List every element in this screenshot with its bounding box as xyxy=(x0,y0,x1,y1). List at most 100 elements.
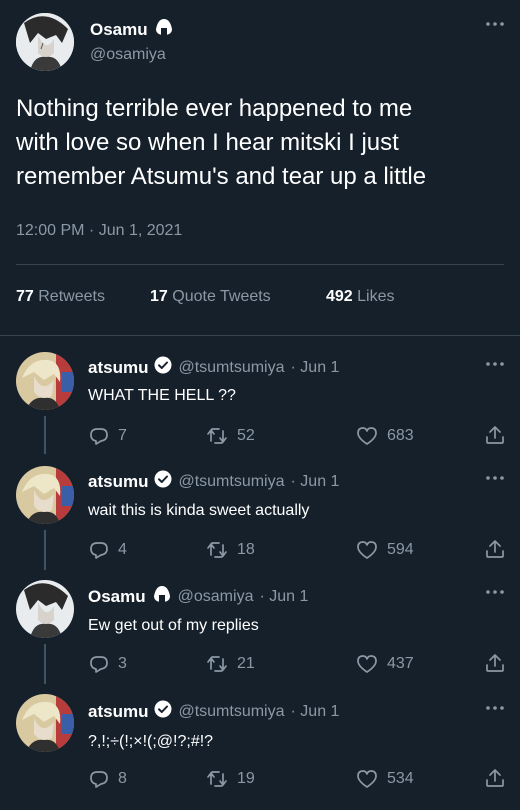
reply-handle[interactable]: @tsumtsumiya xyxy=(178,703,284,721)
retweets-stat[interactable]: 77 Retweets xyxy=(16,288,105,306)
more-icon[interactable] xyxy=(484,702,506,714)
author-name-row: Osamu xyxy=(90,17,174,42)
retweet-count: 52 xyxy=(237,427,255,444)
share-icon xyxy=(484,538,506,560)
onigiri-icon xyxy=(152,584,172,609)
verified-icon xyxy=(154,700,172,723)
reply-date[interactable]: · Jun 1 xyxy=(291,473,340,491)
reply-date[interactable]: · Jun 1 xyxy=(259,588,308,606)
author-name[interactable]: Osamu xyxy=(90,20,148,40)
reply-avatar[interactable] xyxy=(16,352,74,410)
share-button[interactable] xyxy=(484,538,506,560)
likes-label: Likes xyxy=(357,288,395,305)
retweets-label: Retweets xyxy=(38,288,105,305)
verified-icon xyxy=(154,470,172,493)
reply-count: 8 xyxy=(118,770,127,787)
quotes-count: 17 xyxy=(150,288,168,305)
retweet-icon xyxy=(205,539,229,561)
tweet-text-line: with love so when I hear mitski I just xyxy=(16,129,399,156)
reply-header: atsumu @tsumtsumiya · Jun 1 xyxy=(88,356,339,379)
verified-icon xyxy=(154,356,172,379)
reply-icon xyxy=(88,653,110,675)
likes-count: 492 xyxy=(326,288,353,305)
reply-date[interactable]: · Jun 1 xyxy=(291,703,340,721)
reply-count: 7 xyxy=(118,427,127,444)
reply-avatar[interactable] xyxy=(16,466,74,524)
reply-button[interactable]: 4 xyxy=(88,539,127,561)
reply-count: 3 xyxy=(118,655,127,672)
reply-author-name[interactable]: atsumu xyxy=(88,472,148,492)
reply-icon xyxy=(88,768,110,790)
reply-header: Osamu @osamiya · Jun 1 xyxy=(88,584,308,609)
reply-avatar[interactable] xyxy=(16,580,74,638)
share-button[interactable] xyxy=(484,767,506,789)
thread-line xyxy=(44,416,46,454)
like-count: 594 xyxy=(387,541,414,558)
like-count: 683 xyxy=(387,427,414,444)
like-icon xyxy=(355,653,379,675)
tweet-text: Nothing terrible ever happened to me wit… xyxy=(16,92,511,194)
retweet-icon xyxy=(205,653,229,675)
retweet-button[interactable]: 21 xyxy=(205,653,255,675)
retweet-icon xyxy=(205,425,229,447)
reply-text: wait this is kinda sweet actually xyxy=(88,502,310,519)
reply-text: ?,!;÷(!;×!(;@!?;#!? xyxy=(88,733,214,750)
more-icon[interactable] xyxy=(484,472,506,484)
reply-handle[interactable]: @tsumtsumiya xyxy=(178,473,284,491)
reply-author-name[interactable]: atsumu xyxy=(88,702,148,722)
reply-button[interactable]: 7 xyxy=(88,425,127,447)
reply-count: 4 xyxy=(118,541,127,558)
reply-text: WHAT THE HELL ?? xyxy=(88,387,236,404)
reply-text: Ew get out of my replies xyxy=(88,617,259,634)
retweet-button[interactable]: 18 xyxy=(205,539,255,561)
like-button[interactable]: 534 xyxy=(355,768,414,790)
reply-header: atsumu @tsumtsumiya · Jun 1 xyxy=(88,470,339,493)
quotes-label: Quote Tweets xyxy=(172,288,271,305)
divider xyxy=(16,264,504,265)
tweet-text-line: remember Atsumu's and tear up a little xyxy=(16,163,427,190)
share-button[interactable] xyxy=(484,424,506,446)
likes-stat[interactable]: 492 Likes xyxy=(326,288,395,306)
like-count: 534 xyxy=(387,770,414,787)
reply-icon xyxy=(88,539,110,561)
onigiri-icon xyxy=(154,17,174,42)
retweet-button[interactable]: 19 xyxy=(205,768,255,790)
like-icon xyxy=(355,539,379,561)
share-icon xyxy=(484,652,506,674)
quotes-stat[interactable]: 17 Quote Tweets xyxy=(150,288,271,306)
reply-handle[interactable]: @tsumtsumiya xyxy=(178,359,284,377)
share-icon xyxy=(484,424,506,446)
reply-icon xyxy=(88,425,110,447)
divider xyxy=(0,335,520,336)
reply-handle[interactable]: @osamiya xyxy=(178,588,254,606)
like-icon xyxy=(355,768,379,790)
retweet-button[interactable]: 52 xyxy=(205,425,255,447)
like-count: 437 xyxy=(387,655,414,672)
thread-line xyxy=(44,530,46,570)
like-button[interactable]: 437 xyxy=(355,653,414,675)
like-button[interactable]: 594 xyxy=(355,539,414,561)
more-icon[interactable] xyxy=(484,358,506,370)
retweets-count: 77 xyxy=(16,288,34,305)
share-icon xyxy=(484,767,506,789)
tweet-timestamp[interactable]: 12:00 PM · Jun 1, 2021 xyxy=(16,222,182,240)
retweet-icon xyxy=(205,768,229,790)
like-button[interactable]: 683 xyxy=(355,425,414,447)
reply-author-name[interactable]: Osamu xyxy=(88,587,146,607)
more-icon[interactable] xyxy=(484,18,506,30)
share-button[interactable] xyxy=(484,652,506,674)
more-icon[interactable] xyxy=(484,586,506,598)
reply-date[interactable]: · Jun 1 xyxy=(291,359,340,377)
reply-button[interactable]: 3 xyxy=(88,653,127,675)
reply-header: atsumu @tsumtsumiya · Jun 1 xyxy=(88,700,339,723)
reply-author-name[interactable]: atsumu xyxy=(88,358,148,378)
retweet-count: 18 xyxy=(237,541,255,558)
thread-line xyxy=(44,644,46,684)
like-icon xyxy=(355,425,379,447)
reply-avatar[interactable] xyxy=(16,694,74,752)
retweet-count: 21 xyxy=(237,655,255,672)
author-handle[interactable]: @osamiya xyxy=(90,46,166,64)
tweet-text-line: Nothing terrible ever happened to me xyxy=(16,95,413,122)
author-avatar[interactable] xyxy=(16,13,74,71)
reply-button[interactable]: 8 xyxy=(88,768,127,790)
